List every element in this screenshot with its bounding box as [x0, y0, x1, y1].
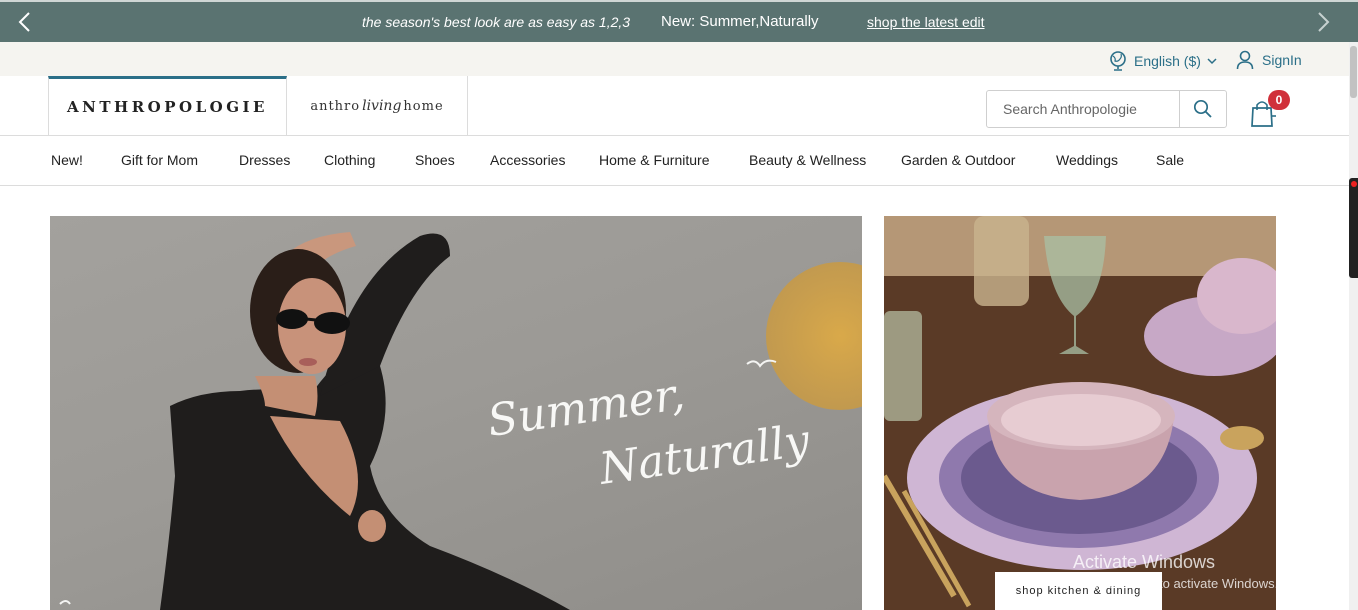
- watermark-title: Activate Windows: [1073, 552, 1216, 572]
- promo-prev-button[interactable]: [12, 8, 36, 36]
- chevron-left-icon: [18, 12, 30, 32]
- feedback-side-tab[interactable]: [1349, 178, 1358, 278]
- promo-banner: the season's best look are as easy as 1,…: [0, 0, 1358, 42]
- promo-next-button[interactable]: [1312, 8, 1336, 36]
- anthroliving-logo-script: living: [362, 97, 402, 114]
- nav-item-garden-outdoor[interactable]: Garden & Outdoor: [901, 152, 1015, 168]
- chevron-down-icon: [1207, 58, 1217, 65]
- chevron-right-icon: [1318, 12, 1330, 32]
- promo-link[interactable]: shop the latest edit: [867, 14, 985, 30]
- hero-photo: Summer, Naturally: [59, 232, 862, 610]
- search-input[interactable]: [987, 91, 1179, 127]
- nav-item-sale[interactable]: Sale: [1156, 152, 1184, 168]
- notification-dot-icon: [1351, 181, 1357, 187]
- kitchen-dining-promo[interactable]: [884, 216, 1276, 610]
- nav-item-new[interactable]: New!: [51, 152, 83, 168]
- nav-item-accessories[interactable]: Accessories: [490, 152, 565, 168]
- search-box: [986, 90, 1227, 128]
- language-selector[interactable]: English ($): [1108, 50, 1217, 72]
- nav-item-beauty-wellness[interactable]: Beauty & Wellness: [749, 152, 866, 168]
- nav-item-shoes[interactable]: Shoes: [415, 152, 455, 168]
- signin-label: SignIn: [1262, 52, 1302, 68]
- os-activation-watermark: Activate Windows Go to Settings to activ…: [1073, 552, 1278, 591]
- scrollbar-thumb[interactable]: [1350, 46, 1357, 98]
- utility-bar: English ($) SignIn: [0, 42, 1358, 76]
- page-scrollbar[interactable]: [1349, 42, 1358, 610]
- nav-item-dresses[interactable]: Dresses: [239, 152, 290, 168]
- search-icon: [1193, 99, 1212, 118]
- user-icon: [1236, 50, 1254, 70]
- anthropologie-logo: ANTHROPOLOGIE: [67, 98, 268, 116]
- nav-item-gift-for-mom[interactable]: Gift for Mom: [121, 152, 198, 168]
- anthroliving-logo-prefix: anthro: [310, 98, 361, 114]
- nav-item-clothing[interactable]: Clothing: [324, 152, 375, 168]
- main-nav: New! Gift for Mom Dresses Clothing Shoes…: [0, 136, 1358, 186]
- anthroliving-logo-suffix: home: [403, 98, 444, 114]
- cart-button[interactable]: 0: [1250, 90, 1290, 127]
- nav-item-weddings[interactable]: Weddings: [1056, 152, 1118, 168]
- brand-tab-anthroliving[interactable]: anthro living home: [287, 76, 468, 135]
- search-button[interactable]: [1179, 91, 1226, 127]
- anthroliving-logo: anthro living home: [310, 98, 443, 114]
- watermark-subtitle: Go to Settings to activate Windows.: [1073, 576, 1279, 591]
- site-header: ANTHROPOLOGIE anthrolivinghome 0: [0, 76, 1358, 136]
- hero-banner[interactable]: Summer, Naturally: [50, 216, 862, 610]
- promo-headline: New: Summer,Naturally: [661, 13, 819, 30]
- promo-tagline: the season's best look are as easy as 1,…: [362, 14, 631, 30]
- brand-tab-anthropologie[interactable]: ANTHROPOLOGIE: [48, 76, 287, 135]
- signin-link[interactable]: SignIn: [1236, 50, 1302, 70]
- globe-icon: [1110, 51, 1126, 71]
- language-label: English ($): [1134, 53, 1201, 69]
- nav-item-home-furniture[interactable]: Home & Furniture: [599, 152, 709, 168]
- cart-count-badge: 0: [1268, 90, 1290, 110]
- tableware-photo: [884, 216, 1276, 610]
